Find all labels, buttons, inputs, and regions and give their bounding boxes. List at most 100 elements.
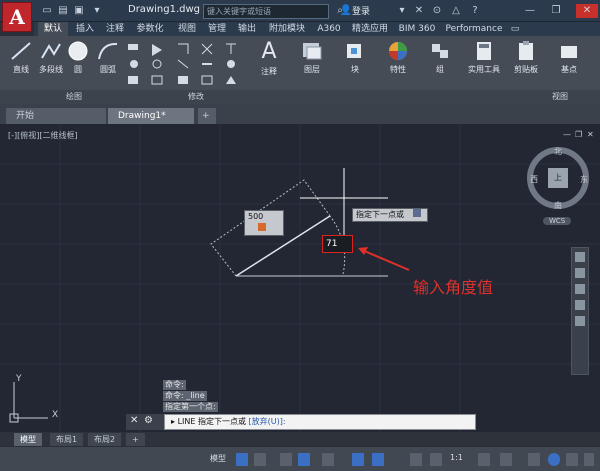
ortho-icon[interactable]	[280, 453, 292, 466]
clipboard-button[interactable]: 剪贴板	[508, 40, 544, 75]
angle-input[interactable]: 71	[322, 235, 353, 253]
viewcube-top[interactable]: 上	[554, 172, 562, 183]
arc-tool-button[interactable]: 圆弧	[94, 40, 122, 75]
ribbon-tabs: 默认 插入 注释 参数化 视图 管理 输出 附加模块 A360 精选应用 BIM…	[34, 22, 600, 36]
block-icon	[347, 44, 361, 58]
viewcube-east[interactable]: 东	[580, 174, 588, 185]
properties-button[interactable]: 特性	[383, 40, 413, 75]
tab-addins[interactable]: 附加模块	[264, 22, 310, 36]
viewport-restore-icon[interactable]: ❐	[575, 130, 582, 139]
polyline-tool-button[interactable]: 多段线	[36, 40, 66, 75]
tab-parametric[interactable]: 参数化	[132, 22, 168, 36]
snap-icon[interactable]	[254, 453, 266, 466]
tab-output[interactable]: 输出	[234, 22, 260, 36]
command-line[interactable]: ▸ LINE 指定下一点或 [放弃(U)]:	[164, 414, 476, 430]
ribbon-toggle-icon[interactable]: ▭	[508, 22, 522, 36]
command-history: 命令: 命令: _line 指定第一个点:	[163, 380, 218, 413]
viewcube-south[interactable]: 南	[554, 200, 562, 211]
tab-view[interactable]: 视图	[174, 22, 200, 36]
viewport-minimize-icon[interactable]: —	[563, 130, 571, 139]
drawing-canvas[interactable]: [-][俯视][二维线框] — ❐ ✕ 北 西 东 南 上 WCS 500 指定…	[0, 124, 600, 432]
draw-panel-label[interactable]: 绘图	[66, 91, 82, 102]
tab-home[interactable]: 默认	[38, 22, 68, 36]
block-button[interactable]: 块	[340, 40, 370, 75]
layout-tabs: 模型 布局1 布局2 +	[0, 432, 600, 446]
line-tool-button[interactable]: 直线	[6, 40, 36, 75]
orbit-icon[interactable]	[575, 300, 585, 310]
next-point-tooltip[interactable]: 指定下一点或	[352, 208, 428, 222]
annotation-visibility-icon[interactable]	[410, 453, 422, 466]
search-input[interactable]: 键入关键字或短语	[203, 4, 329, 19]
new-file-icon[interactable]: ▭	[40, 4, 54, 18]
layout2-tab[interactable]: 布局2	[88, 433, 122, 446]
basepoint-button[interactable]: 基点	[552, 40, 586, 75]
osnap-icon[interactable]	[322, 453, 334, 466]
tab-bim360[interactable]: BIM 360	[396, 22, 438, 36]
clean-screen-icon[interactable]	[566, 453, 578, 466]
modify-panel-label[interactable]: 修改	[188, 91, 204, 102]
layers-button[interactable]: 图层	[297, 40, 327, 75]
nav-wheel-icon[interactable]	[575, 252, 585, 262]
customize-icon[interactable]	[584, 453, 594, 466]
zoom-icon[interactable]	[575, 284, 585, 294]
start-tab[interactable]: 开始	[6, 108, 106, 124]
group-icon	[432, 44, 448, 58]
tab-featured-apps[interactable]: 精选应用	[348, 22, 392, 36]
login-button[interactable]: 登录	[352, 4, 370, 17]
help-icon[interactable]: ?	[468, 4, 482, 18]
command-prompt: LINE 指定下一点或	[177, 417, 246, 426]
showmotion-icon[interactable]	[575, 316, 585, 326]
model-space-button[interactable]: 模型	[210, 453, 226, 466]
circle-tool-button[interactable]: 圆	[64, 40, 92, 75]
pan-icon[interactable]	[575, 268, 585, 278]
viewport-label[interactable]: [-][俯视][二维线框]	[8, 130, 78, 141]
save-icon[interactable]: ▣	[72, 4, 86, 18]
add-layout-icon[interactable]: +	[126, 433, 145, 446]
layout1-tab[interactable]: 布局1	[50, 433, 84, 446]
wcs-button[interactable]: WCS	[543, 217, 572, 225]
more-icon[interactable]: ▾	[90, 4, 104, 18]
model-tab[interactable]: 模型	[14, 433, 42, 446]
tab-performance[interactable]: Performance	[444, 22, 504, 36]
navigation-bar[interactable]	[571, 247, 589, 375]
minimize-icon[interactable]: —	[523, 4, 537, 18]
restore-icon[interactable]: ❐	[549, 4, 563, 18]
lineweight-icon[interactable]	[372, 453, 384, 466]
open-folder-icon[interactable]: ▤	[56, 4, 70, 18]
workspace-gear-icon[interactable]	[478, 453, 490, 466]
view-panel-label[interactable]: 视图	[552, 91, 568, 102]
annotation-scale[interactable]: 1:1	[450, 453, 463, 466]
modify-tools-icons[interactable]	[124, 40, 254, 90]
tab-manage[interactable]: 管理	[204, 22, 230, 36]
isolate-icon[interactable]	[528, 453, 540, 466]
viewcube-north[interactable]: 北	[554, 146, 562, 157]
store-icon[interactable]: ✕	[412, 4, 426, 18]
viewcube-west[interactable]: 西	[530, 174, 538, 185]
dropdown-icon[interactable]: ▾	[395, 4, 409, 18]
tab-insert[interactable]: 插入	[72, 22, 98, 36]
command-close-icon[interactable]: ✕	[130, 415, 138, 426]
share-icon[interactable]: △	[449, 4, 463, 18]
new-tab-icon[interactable]: +	[198, 108, 216, 124]
options-icon	[412, 209, 421, 217]
otrack-icon[interactable]	[352, 453, 364, 466]
app-logo[interactable]: A	[2, 2, 32, 32]
tab-annotate[interactable]: 注释	[102, 22, 128, 36]
hardware-accel-icon[interactable]	[548, 453, 560, 466]
account-icon[interactable]: ⊙	[430, 4, 444, 18]
polar-icon[interactable]	[298, 453, 310, 466]
auto-scale-icon[interactable]	[430, 453, 442, 466]
close-icon[interactable]: ✕	[576, 4, 598, 18]
user-icon[interactable]: 👤	[339, 4, 353, 18]
command-option[interactable]: [放弃(U)]:	[249, 417, 286, 426]
add-scale-icon[interactable]	[500, 453, 512, 466]
viewport-close-icon[interactable]: ✕	[587, 130, 594, 139]
utilities-button[interactable]: 实用工具	[464, 40, 504, 75]
tab-a360[interactable]: A360	[314, 22, 344, 36]
drawing1-tab[interactable]: Drawing1*	[108, 108, 194, 124]
length-tooltip[interactable]: 500	[244, 210, 284, 236]
command-settings-icon[interactable]: ⚙	[144, 415, 153, 426]
annotation-button[interactable]: A 注释	[254, 40, 284, 77]
grid-icon[interactable]	[236, 453, 248, 466]
group-button[interactable]: 组	[425, 40, 455, 75]
